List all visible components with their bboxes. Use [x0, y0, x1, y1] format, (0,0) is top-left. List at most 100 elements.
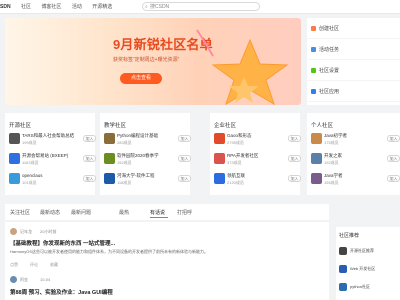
community-logo	[311, 153, 322, 164]
member-count: 155成员	[324, 180, 339, 185]
like-button[interactable]: 点赞	[10, 262, 18, 268]
recommend-item[interactable]: python社区	[339, 282, 399, 292]
section-title: 企业社区	[214, 123, 237, 129]
banner-subtitle: 获奖标签“定制周边+曝光资源”	[113, 57, 180, 63]
community-name: openclaus	[22, 173, 43, 178]
post-author[interactable]: 记年龙	[20, 229, 32, 235]
tab-greeting[interactable]: 打招呼	[177, 209, 192, 216]
community-section-opensource: 开源社区 TARS和最人社会帮助总结 199成员 加入 开源会帮易站 (BXEE…	[5, 113, 96, 195]
member-count: 118成员	[117, 180, 132, 185]
join-button[interactable]: 加入	[288, 175, 301, 182]
activity-tasks-button[interactable]: 活动任务	[307, 39, 400, 60]
tab-latest-activity[interactable]: 最新动态	[40, 209, 60, 216]
tab-following[interactable]: 关注社区	[10, 209, 30, 216]
avatar[interactable]	[10, 228, 17, 235]
join-button[interactable]: 加入	[178, 155, 191, 162]
member-count: 175成员	[324, 140, 339, 145]
member-count: 2795成员	[227, 140, 244, 145]
apps-icon	[311, 88, 316, 94]
recommend-item[interactable]: Web 开发社区	[339, 264, 399, 274]
top-navbar: SDN 社区 博客社区 活动 开源精选 ⌕ 搜CSDN	[0, 0, 400, 14]
search-icon: ⌕	[145, 4, 148, 10]
community-item[interactable]: Python编程设计基础 283成员 加入	[100, 132, 191, 149]
member-count: 2120成员	[227, 180, 244, 185]
join-button[interactable]: 加入	[288, 155, 301, 162]
community-logo	[311, 173, 322, 184]
activity-icon	[311, 46, 316, 52]
post-author[interactable]: 阿金	[20, 277, 28, 283]
tab-hottest[interactable]: 最热	[119, 209, 129, 216]
community-item[interactable]: 河海大学-软件工程 118成员 加入	[100, 172, 191, 189]
member-count: 199成员	[22, 140, 37, 145]
nav-item-blog[interactable]: 博客社区	[41, 4, 61, 10]
member-count: 192成员	[324, 160, 339, 165]
community-item[interactable]: 开源会帮易站 (BXEEP) 1163成员 加入	[5, 152, 96, 169]
site-logo[interactable]: SDN	[0, 4, 12, 10]
community-name: 领航互联	[227, 173, 245, 178]
member-count: 283成员	[117, 140, 132, 145]
banner-view-button[interactable]: 点击查看	[120, 73, 162, 84]
quick-actions-panel: 创建社区 活动任务 社区设置 社区应用	[307, 18, 400, 105]
recommend-label: 开源社区推荐	[350, 248, 374, 253]
search-placeholder: 搜CSDN	[150, 4, 170, 10]
tab-discussion[interactable]: 有话说	[150, 209, 165, 216]
post-title[interactable]: 第88周 预习、实验及作业：Java GUI编程	[10, 288, 113, 296]
post-title[interactable]: 【基础教程】你发现新的东西 一站式管理...	[10, 239, 115, 247]
nav-item-opensource[interactable]: 开源精选	[92, 4, 112, 10]
community-item[interactable]: Gaoo和形态 2795成员 加入	[210, 132, 301, 149]
join-button[interactable]: 加入	[387, 155, 400, 162]
nav-item-events[interactable]: 活动	[72, 4, 82, 10]
member-count: 1163成员	[22, 160, 39, 165]
avatar[interactable]	[10, 276, 17, 283]
community-item[interactable]: 领航互联 2120成员 加入	[210, 172, 301, 189]
community-name: Python编程设计基础	[117, 133, 159, 138]
join-button[interactable]: 加入	[83, 175, 96, 182]
recommend-panel: 社区推荐 开源社区推荐 Web 开发社区 python社区	[336, 227, 400, 300]
community-logo	[104, 173, 115, 184]
community-settings-button[interactable]: 社区设置	[307, 60, 400, 81]
post-feed: 记年龙 20小时前 【基础教程】你发现新的东西 一站式管理... Harmony…	[5, 222, 329, 300]
ribbon-icon	[196, 29, 214, 57]
community-item[interactable]: 开发之家 192成员 加入	[307, 152, 400, 169]
community-logo	[9, 173, 20, 184]
comment-button[interactable]: 评论	[30, 262, 38, 268]
create-community-button[interactable]: 创建社区	[307, 18, 400, 39]
promo-banner[interactable]: 9月新锐社区名单 获奖标签“定制周边+曝光资源” 点击查看	[5, 18, 301, 105]
community-section-enterprise: 企业社区 Gaoo和形态 2795成员 加入 RPA开发者社区 373成员 加入…	[210, 113, 301, 195]
join-button[interactable]: 加入	[83, 155, 96, 162]
feed-tabs: 关注社区 最新动态 最新问题 最热 有话说 打招呼	[5, 204, 329, 220]
rail-label: 社区应用	[319, 88, 340, 95]
community-logo	[9, 133, 20, 144]
community-name: RPA开发者社区	[227, 153, 259, 158]
join-button[interactable]: 加入	[288, 135, 301, 142]
join-button[interactable]: 加入	[387, 175, 400, 182]
community-item[interactable]: 软件园院2020春季学 152成员 加入	[100, 152, 191, 169]
community-apps-button[interactable]: 社区应用	[307, 81, 400, 102]
search-input[interactable]: ⌕ 搜CSDN	[142, 2, 260, 11]
community-item[interactable]: RPA开发者社区 373成员 加入	[210, 152, 301, 169]
join-button[interactable]: 加入	[387, 135, 400, 142]
nav-item-community[interactable]: 社区	[21, 4, 31, 10]
community-name: 开源会帮易站 (BXEEP)	[22, 153, 69, 158]
post-time: 10-04	[40, 277, 51, 282]
rail-label: 创建社区	[319, 25, 340, 32]
join-button[interactable]: 加入	[178, 135, 191, 142]
community-name: 河海大学-软件工程	[117, 173, 155, 178]
community-item[interactable]: TARS和最人社会帮助总结 199成员 加入	[5, 132, 96, 149]
recommend-label: Web 开发社区	[350, 266, 376, 271]
community-name: 软件园院2020春季学	[117, 153, 159, 158]
community-item[interactable]: Java学者 155成员 加入	[307, 172, 400, 189]
community-item[interactable]: openclaus 101成员 加入	[5, 172, 96, 189]
community-logo	[339, 265, 347, 273]
join-button[interactable]: 加入	[178, 175, 191, 182]
tab-latest-questions[interactable]: 最新问题	[71, 209, 91, 216]
post-body: HarmonyOS这些可以被开发者使用的能力和组件体系，为不同设备的开发者提供了…	[10, 249, 209, 254]
community-item[interactable]: Java初学者 175成员 加入	[307, 132, 400, 149]
post-time: 20小时前	[40, 229, 57, 234]
community-logo	[339, 283, 347, 291]
recommend-item[interactable]: 开源社区推荐	[339, 246, 399, 256]
join-button[interactable]: 加入	[83, 135, 96, 142]
bookmark-button[interactable]: 收藏	[50, 262, 58, 268]
community-logo	[214, 133, 225, 144]
community-logo	[9, 153, 20, 164]
